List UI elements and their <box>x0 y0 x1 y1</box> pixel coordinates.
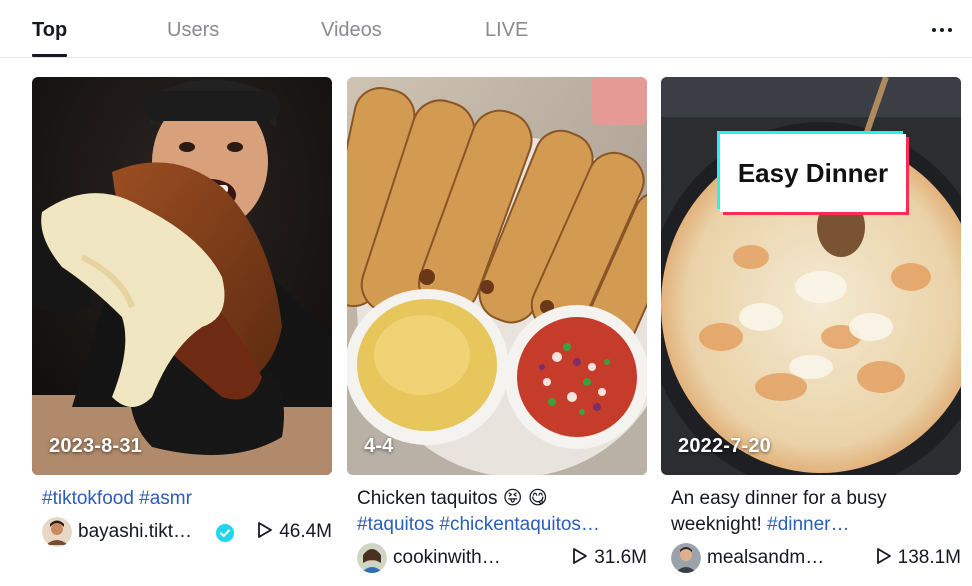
hashtags[interactable]: #tiktokfood #asmr <box>42 488 192 509</box>
tab-top[interactable]: Top <box>32 18 67 42</box>
video-thumbnail[interactable]: 4-4 <box>347 77 647 475</box>
tab-live[interactable]: LIVE <box>485 18 528 42</box>
username[interactable]: cookinwith… <box>393 547 501 569</box>
hashtags[interactable]: #taquitos #chickentaquitos… <box>357 514 600 535</box>
avatar[interactable] <box>671 543 701 573</box>
play-count-value: 31.6M <box>594 547 647 568</box>
username[interactable]: bayashi.tikt… <box>78 521 192 543</box>
search-tabs: Top Users Videos LIVE <box>0 0 972 58</box>
username[interactable]: mealsandm… <box>707 547 824 569</box>
active-tab-indicator <box>32 54 67 57</box>
video-card: 4-4 Chicken taquitos 😝 😋 #taquitos #chic… <box>347 77 647 577</box>
play-count: 46.4M <box>257 521 332 543</box>
video-card: Easy Dinner 2022-7-20 An easy dinner for… <box>661 77 961 577</box>
play-icon <box>573 548 588 564</box>
tab-videos[interactable]: Videos <box>321 18 382 42</box>
video-thumbnail[interactable]: 2023-8-31 <box>32 77 332 475</box>
play-count: 138.1M <box>876 547 961 569</box>
caption-text: Chicken taquitos 😝 😋 <box>357 488 548 509</box>
tab-users[interactable]: Users <box>167 18 219 42</box>
video-meta: bayashi.tikt… 46.4M <box>42 517 332 549</box>
play-count-value: 138.1M <box>897 547 961 568</box>
avatar[interactable] <box>357 543 387 573</box>
overlay-caption: Easy Dinner <box>737 158 889 188</box>
video-description: Chicken taquitos 😝 😋 #taquitos #chickent… <box>357 486 643 538</box>
play-icon <box>258 522 273 538</box>
video-meta: cookinwith… 31.6M <box>357 543 647 575</box>
video-description: #tiktokfood #asmr <box>42 486 328 512</box>
video-thumbnail[interactable]: Easy Dinner 2022-7-20 <box>661 77 961 475</box>
avatar[interactable] <box>42 517 72 547</box>
video-meta: mealsandm… 138.1M <box>671 543 961 575</box>
hashtags[interactable]: #dinner… <box>767 514 849 535</box>
play-count: 31.6M <box>572 547 647 569</box>
post-date: 2022-7-20 <box>678 435 771 457</box>
play-icon <box>876 548 891 564</box>
post-date: 2023-8-31 <box>49 435 142 457</box>
post-date: 4-4 <box>364 435 394 457</box>
play-count-value: 46.4M <box>279 521 332 542</box>
video-description: An easy dinner for a busy weeknight! #di… <box>671 486 957 538</box>
video-card: 2023-8-31 #tiktokfood #asmr bayashi.tikt… <box>32 77 332 577</box>
verified-badge-icon <box>216 524 234 542</box>
caption-text-2: weeknight! <box>671 514 762 535</box>
caption-text: An easy dinner for a busy <box>671 488 887 509</box>
more-horizontal-icon[interactable] <box>928 18 956 42</box>
